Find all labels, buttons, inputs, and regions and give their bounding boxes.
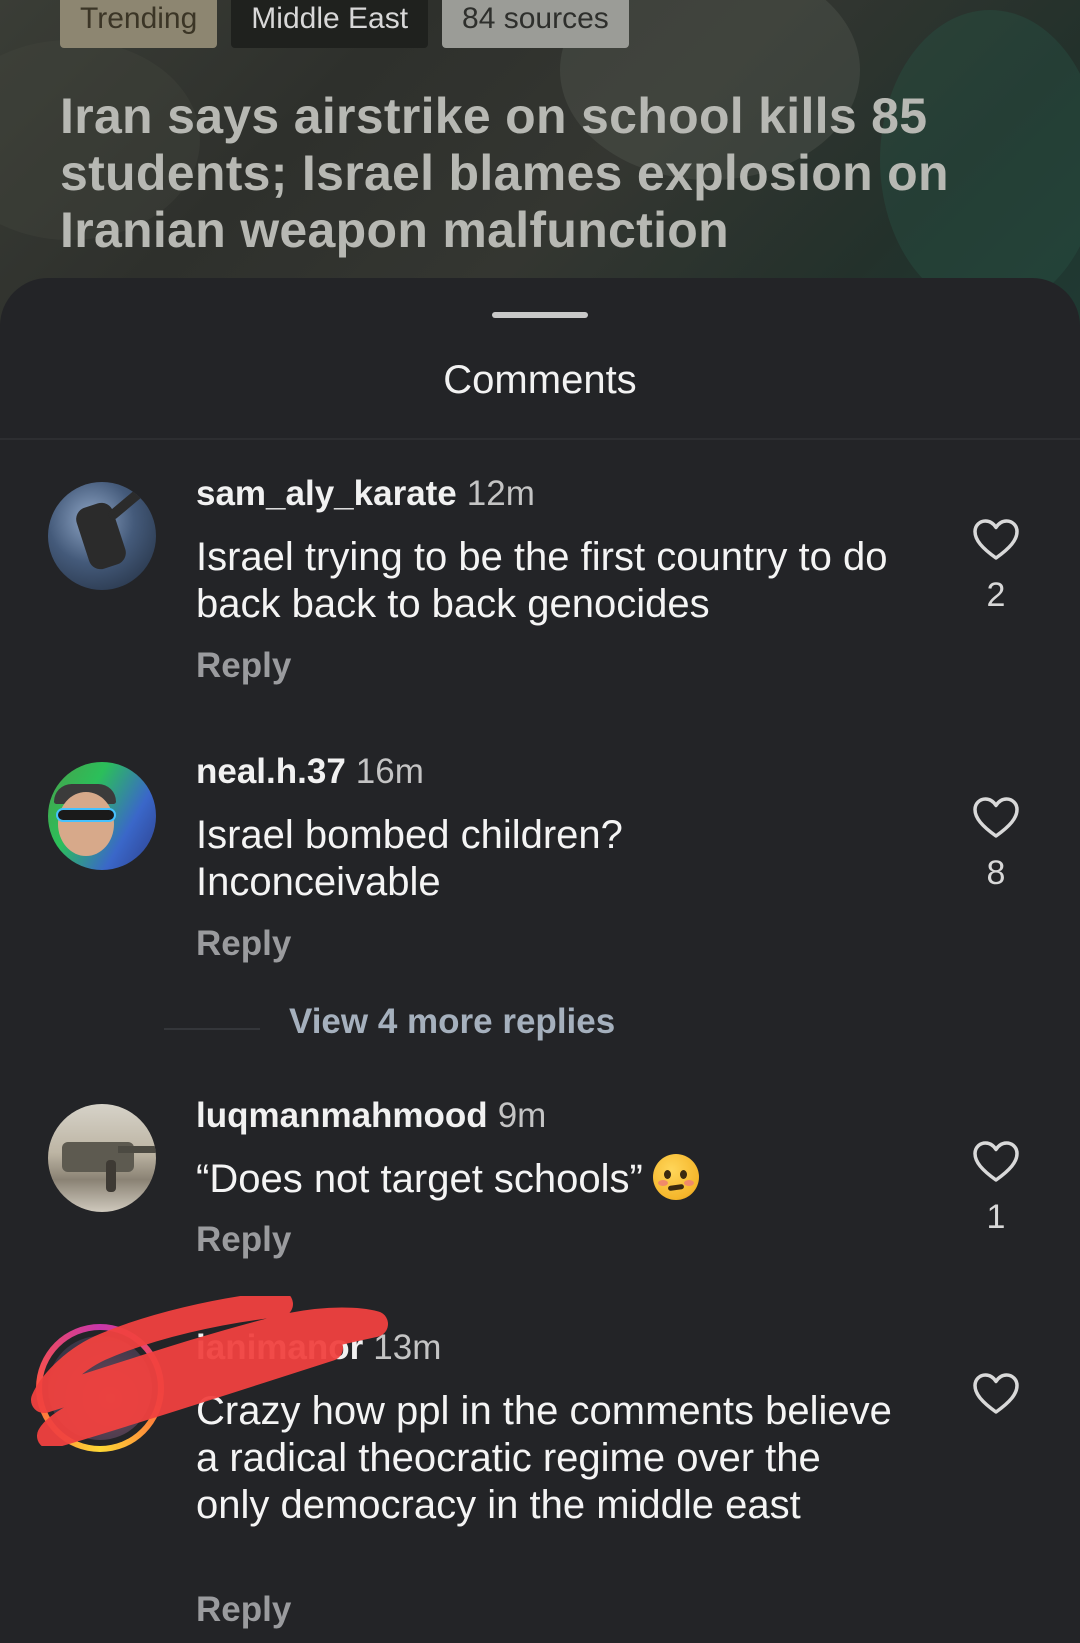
comment-timestamp: 13m xyxy=(373,1328,442,1367)
article-chips: Trending Middle East 84 sources xyxy=(60,0,629,48)
username-text[interactable]: sam_aly_karate xyxy=(196,474,457,513)
comment-text: Israel trying to be the first country to… xyxy=(196,535,888,626)
reply-button[interactable]: Reply xyxy=(196,924,291,964)
divider xyxy=(0,438,1080,440)
comment-text: Crazy how ppl in the comments believe a … xyxy=(196,1389,892,1527)
username-text[interactable]: neal.h.37 xyxy=(196,752,346,791)
article-headline: Iran says airstrike on school kills 85 s… xyxy=(60,88,949,258)
like-count: 2 xyxy=(986,576,1006,614)
like-count: 8 xyxy=(986,854,1006,892)
username-text[interactable]: ianimanor xyxy=(196,1328,363,1367)
woozy-face-emoji xyxy=(652,1154,699,1200)
avatar[interactable] xyxy=(48,482,156,590)
comment-timestamp: 12m xyxy=(466,474,535,513)
comment-text-content: “Does not target schools” xyxy=(196,1157,643,1201)
reply-button[interactable]: Reply xyxy=(196,1590,291,1630)
like-button[interactable]: 8 xyxy=(968,796,1024,893)
sheet-title: Comments xyxy=(443,358,637,402)
divider xyxy=(164,1028,260,1030)
view-more-replies-label[interactable]: View 4 more replies xyxy=(289,1002,615,1042)
heart-outline-icon xyxy=(973,519,1019,560)
comment-username[interactable]: luqmanmahmood 9m xyxy=(196,1096,546,1136)
like-button[interactable]: 2 xyxy=(968,518,1024,615)
avatar-figure xyxy=(118,1146,156,1153)
comment-username[interactable]: ianimanor 13m xyxy=(196,1328,441,1368)
heart-outline-icon xyxy=(973,797,1019,838)
comment-text: “Does not target schools” xyxy=(196,1154,926,1203)
avatar-figure xyxy=(58,792,114,856)
like-button[interactable] xyxy=(968,1372,1024,1430)
avatar xyxy=(48,1336,152,1440)
heart-outline-icon xyxy=(973,1373,1019,1414)
username-text[interactable]: luqmanmahmood xyxy=(196,1096,488,1135)
comment-timestamp: 9m xyxy=(497,1096,547,1135)
reply-button[interactable]: Reply xyxy=(196,1220,291,1260)
view-more-replies-button[interactable]: View 4 more replies xyxy=(164,1002,864,1052)
avatar-figure xyxy=(106,1160,116,1192)
chip-trending[interactable]: Trending xyxy=(60,0,218,48)
avatar-story-ring[interactable] xyxy=(36,1324,164,1452)
avatar[interactable] xyxy=(48,1104,156,1212)
reply-button[interactable]: Reply xyxy=(196,646,291,686)
like-count: 1 xyxy=(986,1198,1006,1236)
chip-sources[interactable]: 84 sources xyxy=(442,0,629,48)
chip-region[interactable]: Middle East xyxy=(231,0,429,48)
heart-outline-icon xyxy=(973,1141,1019,1182)
avatar-figure xyxy=(106,484,148,522)
like-button[interactable]: 1 xyxy=(968,1140,1024,1237)
avatar[interactable] xyxy=(48,762,156,870)
comment-username[interactable]: sam_aly_karate 12m xyxy=(196,474,535,514)
comment-timestamp: 16m xyxy=(355,752,424,791)
sheet-drag-handle[interactable] xyxy=(492,312,588,318)
comment-username[interactable]: neal.h.37 16m xyxy=(196,752,424,792)
comments-sheet: Comments sam_aly_karate 12m Israel trying… xyxy=(0,278,1080,1643)
comment-text: Israel bombed children? Inconceivable xyxy=(196,813,623,904)
avatar-figure xyxy=(56,808,116,822)
